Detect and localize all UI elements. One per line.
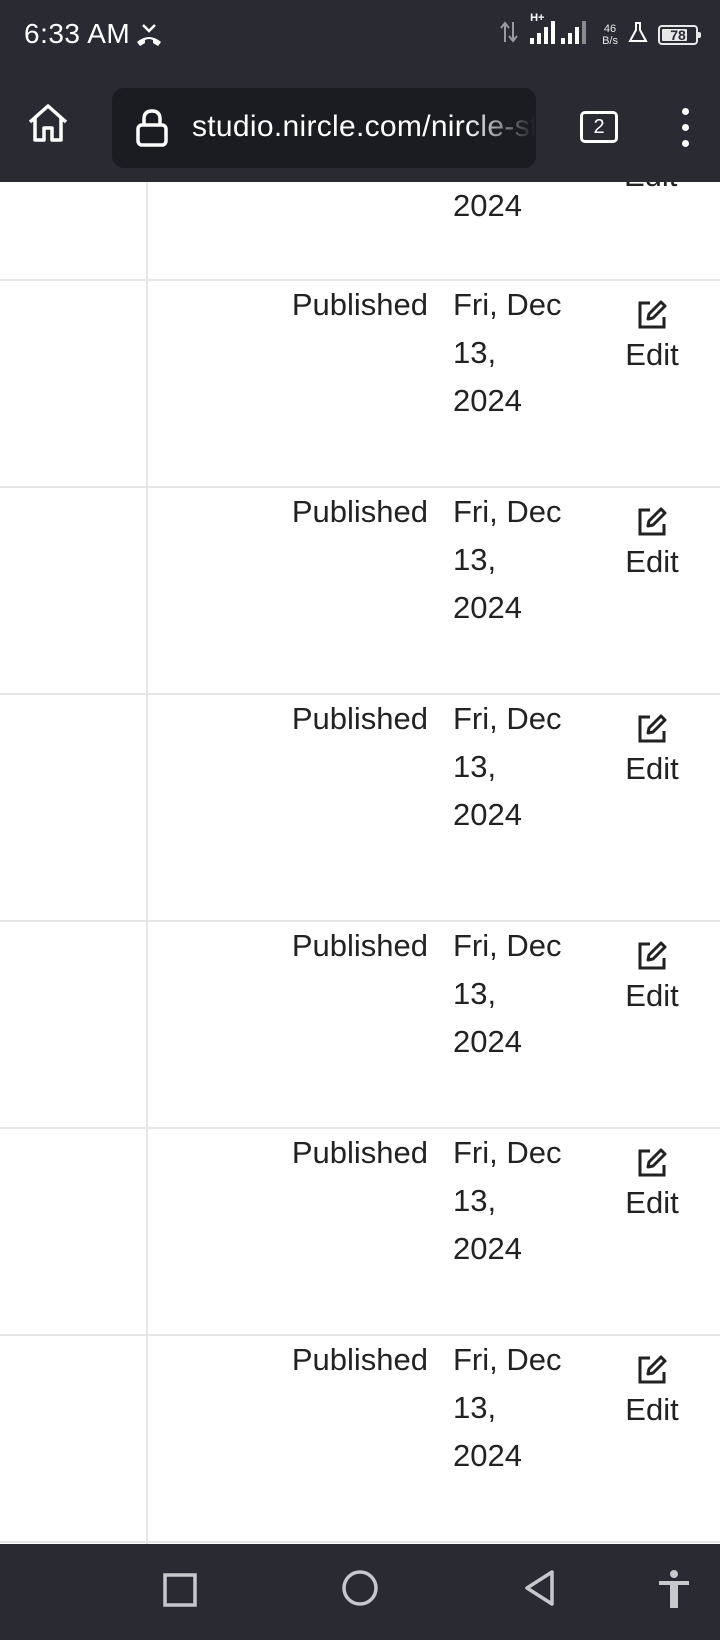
edit-icon [638,1148,667,1177]
date-line: 2024 [453,383,522,418]
date-line: Fri, Dec [453,1135,562,1170]
battery-tip [698,31,701,38]
recents-button[interactable] [162,1572,198,1613]
date-cell: Fri, Dec 13, 2024 [453,1336,573,1480]
edit-button[interactable]: Edit [616,940,688,1014]
overflow-menu-button[interactable] [668,106,704,150]
status-cell: Published [291,701,428,736]
signal-strength-icon: H+ [528,12,592,51]
date-year: 2024 [453,188,522,223]
status-cell: Published [291,494,428,529]
lock-icon [134,108,170,153]
date-line: 13, [453,542,497,577]
edit-button[interactable]: Edit [616,506,688,580]
edit-button[interactable]: Edit [616,1354,688,1428]
network-type-label: H+ [530,12,545,24]
date-line: Fri, Dec [453,287,562,322]
edit-icon [638,507,667,536]
edit-label: Edit [625,337,679,372]
back-button[interactable] [522,1568,558,1613]
menu-dot [682,124,689,131]
date-cell: Fri, Dec 13, 2024 [453,488,573,632]
status-cell: Published [291,928,428,963]
date-line: Fri, Dec [453,1342,562,1377]
network-speed: 46 B/s [602,23,618,47]
page-content: Edit 2024 Published Fri, Dec 13, 2024 Ed… [0,182,720,1544]
battery-icon: 78 [658,24,701,45]
table-row: Published Fri, Dec 13, 2024 Edit [0,1336,720,1542]
date-line: 2024 [453,1024,522,1059]
accessibility-button[interactable] [656,1568,692,1615]
date-line: 2024 [453,797,522,832]
menu-dot [682,108,689,115]
net-speed-value: 46 [603,22,617,35]
date-line: 13, [453,1390,497,1425]
home-nav-button[interactable] [340,1568,380,1613]
browser-toolbar: studio.nircle.com/nircle-st 2 [0,72,720,182]
flask-icon [628,21,648,48]
date-line: 13, [453,749,497,784]
status-cell: Published [291,287,428,322]
missed-call-icon [134,20,164,55]
table-row-partial: Edit 2024 [0,182,720,280]
date-line: 2024 [453,590,522,625]
edit-label: Edit [625,544,679,579]
edit-button[interactable]: Edit [616,299,688,373]
back-icon [525,1570,554,1606]
edit-label: Edit [625,1185,679,1220]
status-bar: 6:33 AM H+ 46 B/s 78 [0,0,720,72]
date-line: 13, [453,335,497,370]
date-line: 2024 [453,1438,522,1473]
status-cell: Published [291,1135,428,1170]
tab-switcher-button[interactable]: 2 [580,111,618,143]
address-bar[interactable]: studio.nircle.com/nircle-st [112,88,536,168]
home-button[interactable] [24,100,72,148]
status-indicators: H+ 46 B/s 78 [500,12,701,51]
status-time: 6:33 AM [24,18,131,49]
accessibility-icon [659,1570,689,1608]
menu-dot [682,140,689,147]
date-cell: Fri, Dec 13, 2024 [453,695,573,839]
date-cell: Fri, Dec 13, 2024 [453,1129,573,1273]
edit-label-partial[interactable]: Edit [624,182,677,194]
home-circle-icon [342,1570,378,1606]
table-row: Published Fri, Dec 13, 2024 Edit [0,488,720,694]
date-line: 2024 [453,1231,522,1266]
date-cell: Fri, Dec 13, 2024 [453,922,573,1066]
status-cell: Published [291,1342,428,1377]
net-speed-unit: B/s [602,34,618,47]
edit-button[interactable]: Edit [616,713,688,787]
home-icon [28,104,68,142]
edit-icon [638,1355,667,1384]
date-line: Fri, Dec [453,494,562,529]
edit-icon [638,714,667,743]
date-line: Fri, Dec [453,928,562,963]
date-line: Fri, Dec [453,701,562,736]
url-fade [466,88,536,168]
date-cell: Fri, Dec 13, 2024 [453,281,573,425]
edit-label: Edit [625,1392,679,1427]
date-cell: 2024 [453,182,573,230]
recents-icon [163,1573,197,1607]
table-row: Published Fri, Dec 13, 2024 Edit [0,922,720,1128]
edit-icon [638,941,667,970]
table-row: Published Fri, Dec 13, 2024 Edit [0,1129,720,1335]
system-navigation-bar [0,1544,720,1640]
table-row: Published Fri, Dec 13, 2024 Edit [0,281,720,487]
edit-label: Edit [625,978,679,1013]
table-row: Published Fri, Dec 13, 2024 Edit [0,695,720,921]
edit-button[interactable]: Edit [616,1147,688,1221]
edit-icon [638,300,667,329]
data-transfer-icon [500,20,518,49]
date-line: 13, [453,1183,497,1218]
battery-level: 78 [670,26,686,43]
edit-label: Edit [625,751,679,786]
date-line: 13, [453,976,497,1011]
row-divider [0,1541,720,1543]
